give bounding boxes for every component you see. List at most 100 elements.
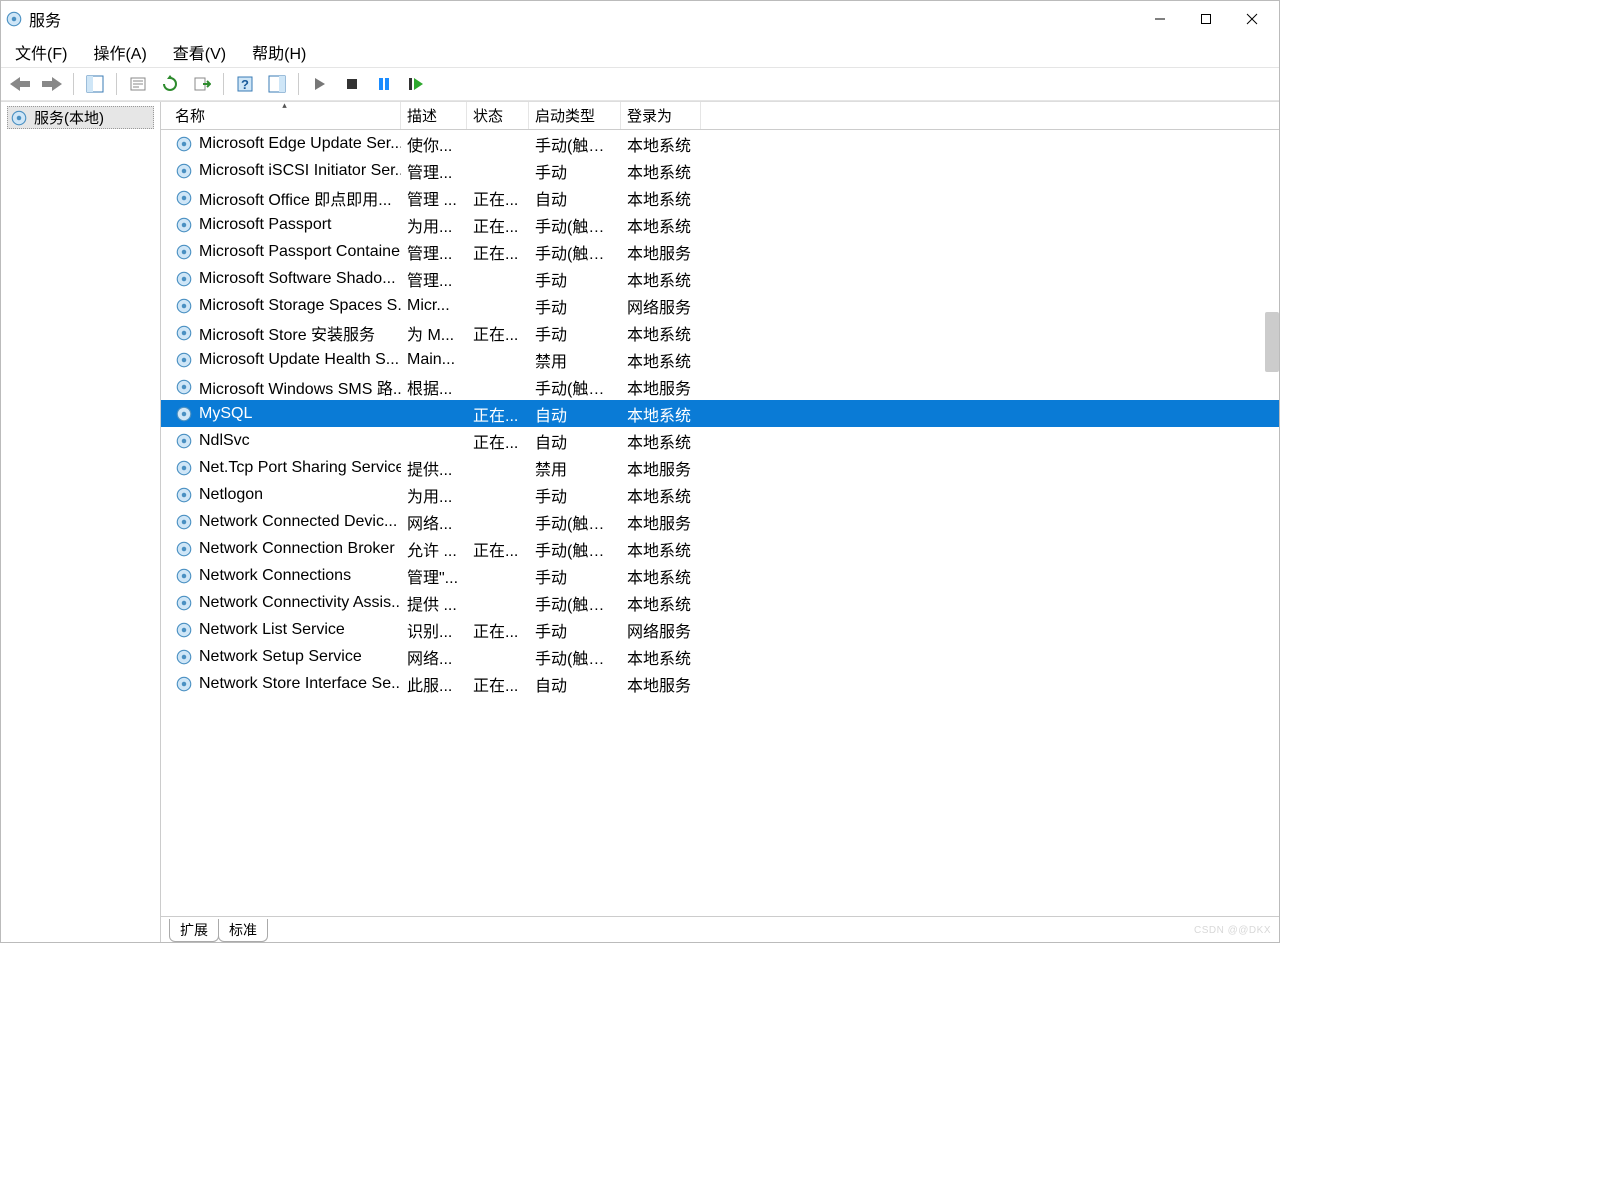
service-row[interactable]: Microsoft Storage Spaces S...Micr...手动网络… [161,292,1279,319]
cell-name: Microsoft Store 安装服务 [169,321,401,345]
col-header-name[interactable]: ▴名称 [169,102,401,129]
cell-desc: 网络... [401,645,467,669]
service-row[interactable]: Microsoft Office 即点即用...管理 ...正在...自动本地系… [161,184,1279,211]
minimize-button[interactable] [1137,3,1183,35]
service-name: Network Connected Devic... [199,513,397,531]
cell-login: 本地系统 [621,348,701,372]
service-name: Network Setup Service [199,648,362,666]
service-row[interactable]: Network Connected Devic...网络...手动(触发...本… [161,508,1279,535]
refresh-button[interactable] [155,70,185,98]
cell-name: Microsoft Update Health S... [169,351,401,369]
service-name: Net.Tcp Port Sharing Service [199,459,401,477]
cell-status: 正在... [467,429,529,453]
gear-icon [175,378,193,396]
menu-view[interactable]: 查看(V) [169,38,230,66]
toolbar-separator [223,73,224,95]
console-tree[interactable]: 服务(本地) [1,102,161,942]
titlebar[interactable]: 服务 [1,1,1279,37]
tree-root-item[interactable]: 服务(本地) [7,106,154,129]
col-header-desc[interactable]: 描述 [401,102,467,129]
service-name: Netlogon [199,486,263,504]
service-row[interactable]: Network List Service识别...正在...手动网络服务 [161,616,1279,643]
cell-name: Microsoft Software Shado... [169,270,401,288]
pause-service-button[interactable] [369,70,399,98]
cell-start: 手动(触发... [529,537,621,561]
service-row[interactable]: Network Setup Service网络...手动(触发...本地系统 [161,643,1279,670]
cell-name: Network Setup Service [169,648,401,666]
service-row[interactable]: Microsoft iSCSI Initiator Ser...管理...手动本… [161,157,1279,184]
service-name: Network Connectivity Assis... [199,594,401,612]
cell-login: 本地系统 [621,321,701,345]
service-row[interactable]: Netlogon为用...手动本地系统 [161,481,1279,508]
cell-start: 手动 [529,564,621,588]
service-row[interactable]: Microsoft Software Shado...管理...手动本地系统 [161,265,1279,292]
cell-name: Network Store Interface Se... [169,675,401,693]
gear-icon [175,621,193,639]
cell-desc: 管理... [401,267,467,291]
properties-button[interactable] [123,70,153,98]
service-row[interactable]: Network Connections管理"...手动本地系统 [161,562,1279,589]
cell-status: 正在... [467,213,529,237]
scrollbar-thumb[interactable] [1265,312,1279,372]
cell-name: Microsoft Windows SMS 路... [169,375,401,399]
start-service-button[interactable] [305,70,335,98]
gear-icon [175,567,193,585]
cell-start: 手动(触发... [529,375,621,399]
cell-status: 正在... [467,186,529,210]
cell-login: 本地系统 [621,429,701,453]
cell-login: 本地系统 [621,537,701,561]
stop-service-button[interactable] [337,70,367,98]
col-header-start[interactable]: 启动类型 [529,102,621,129]
service-name: Network List Service [199,621,345,639]
col-header-login[interactable]: 登录为 [621,102,701,129]
cell-name: Network Connections [169,567,401,585]
service-row[interactable]: Microsoft Update Health S...Main...禁用本地系… [161,346,1279,373]
service-row[interactable]: Microsoft Store 安装服务为 M...正在...手动本地系统 [161,319,1279,346]
cell-start: 自动 [529,672,621,696]
forward-button[interactable] [37,70,67,98]
service-row[interactable]: MySQL正在...自动本地系统 [161,400,1279,427]
show-hide-tree-button[interactable] [80,70,110,98]
tab-standard[interactable]: 标准 [218,919,268,942]
export-button[interactable] [187,70,217,98]
menubar: 文件(F) 操作(A) 查看(V) 帮助(H) [1,37,1279,67]
cell-desc: 允许 ... [401,537,467,561]
cell-start: 手动(触发... [529,591,621,615]
close-button[interactable] [1229,3,1275,35]
gear-icon [175,486,193,504]
window-title: 服务 [29,7,61,31]
menu-help[interactable]: 帮助(H) [248,38,310,66]
help-button[interactable]: ? [230,70,260,98]
menu-action[interactable]: 操作(A) [89,38,150,66]
back-button[interactable] [5,70,35,98]
service-list[interactable]: Microsoft Edge Update Ser...使你...手动(触发..… [161,130,1279,916]
service-name: Network Connection Broker [199,540,395,558]
service-name: NdlSvc [199,432,250,450]
cell-name: Net.Tcp Port Sharing Service [169,459,401,477]
tab-extended[interactable]: 扩展 [169,919,219,942]
maximize-button[interactable] [1183,3,1229,35]
service-row[interactable]: Microsoft Edge Update Ser...使你...手动(触发..… [161,130,1279,157]
view-tabs: 扩展 标准 [161,916,1279,942]
cell-desc: 识别... [401,618,467,642]
service-row[interactable]: Network Store Interface Se...此服...正在...自… [161,670,1279,697]
service-row[interactable]: Microsoft Windows SMS 路...根据...手动(触发...本… [161,373,1279,400]
service-name: Microsoft Windows SMS 路... [199,375,401,399]
body: 服务(本地) ▴名称 描述 状态 启动类型 登录为 Microsoft Edge… [1,101,1279,942]
cell-login: 本地服务 [621,240,701,264]
service-row[interactable]: Microsoft Passport Container管理...正在...手动… [161,238,1279,265]
gear-icon [175,297,193,315]
cell-desc: 提供... [401,456,467,480]
service-row[interactable]: Network Connection Broker允许 ...正在...手动(触… [161,535,1279,562]
show-hide-action-pane-button[interactable] [262,70,292,98]
service-row[interactable]: Net.Tcp Port Sharing Service提供...禁用本地服务 [161,454,1279,481]
service-row[interactable]: Network Connectivity Assis...提供 ...手动(触发… [161,589,1279,616]
gear-icon [175,675,193,693]
cell-name: MySQL [169,405,401,423]
service-row[interactable]: Microsoft Passport为用...正在...手动(触发...本地系统 [161,211,1279,238]
col-header-status[interactable]: 状态 [467,102,529,129]
service-row[interactable]: NdlSvc正在...自动本地系统 [161,427,1279,454]
menu-file[interactable]: 文件(F) [11,38,71,66]
cell-start: 手动(触发... [529,510,621,534]
restart-service-button[interactable] [401,70,431,98]
